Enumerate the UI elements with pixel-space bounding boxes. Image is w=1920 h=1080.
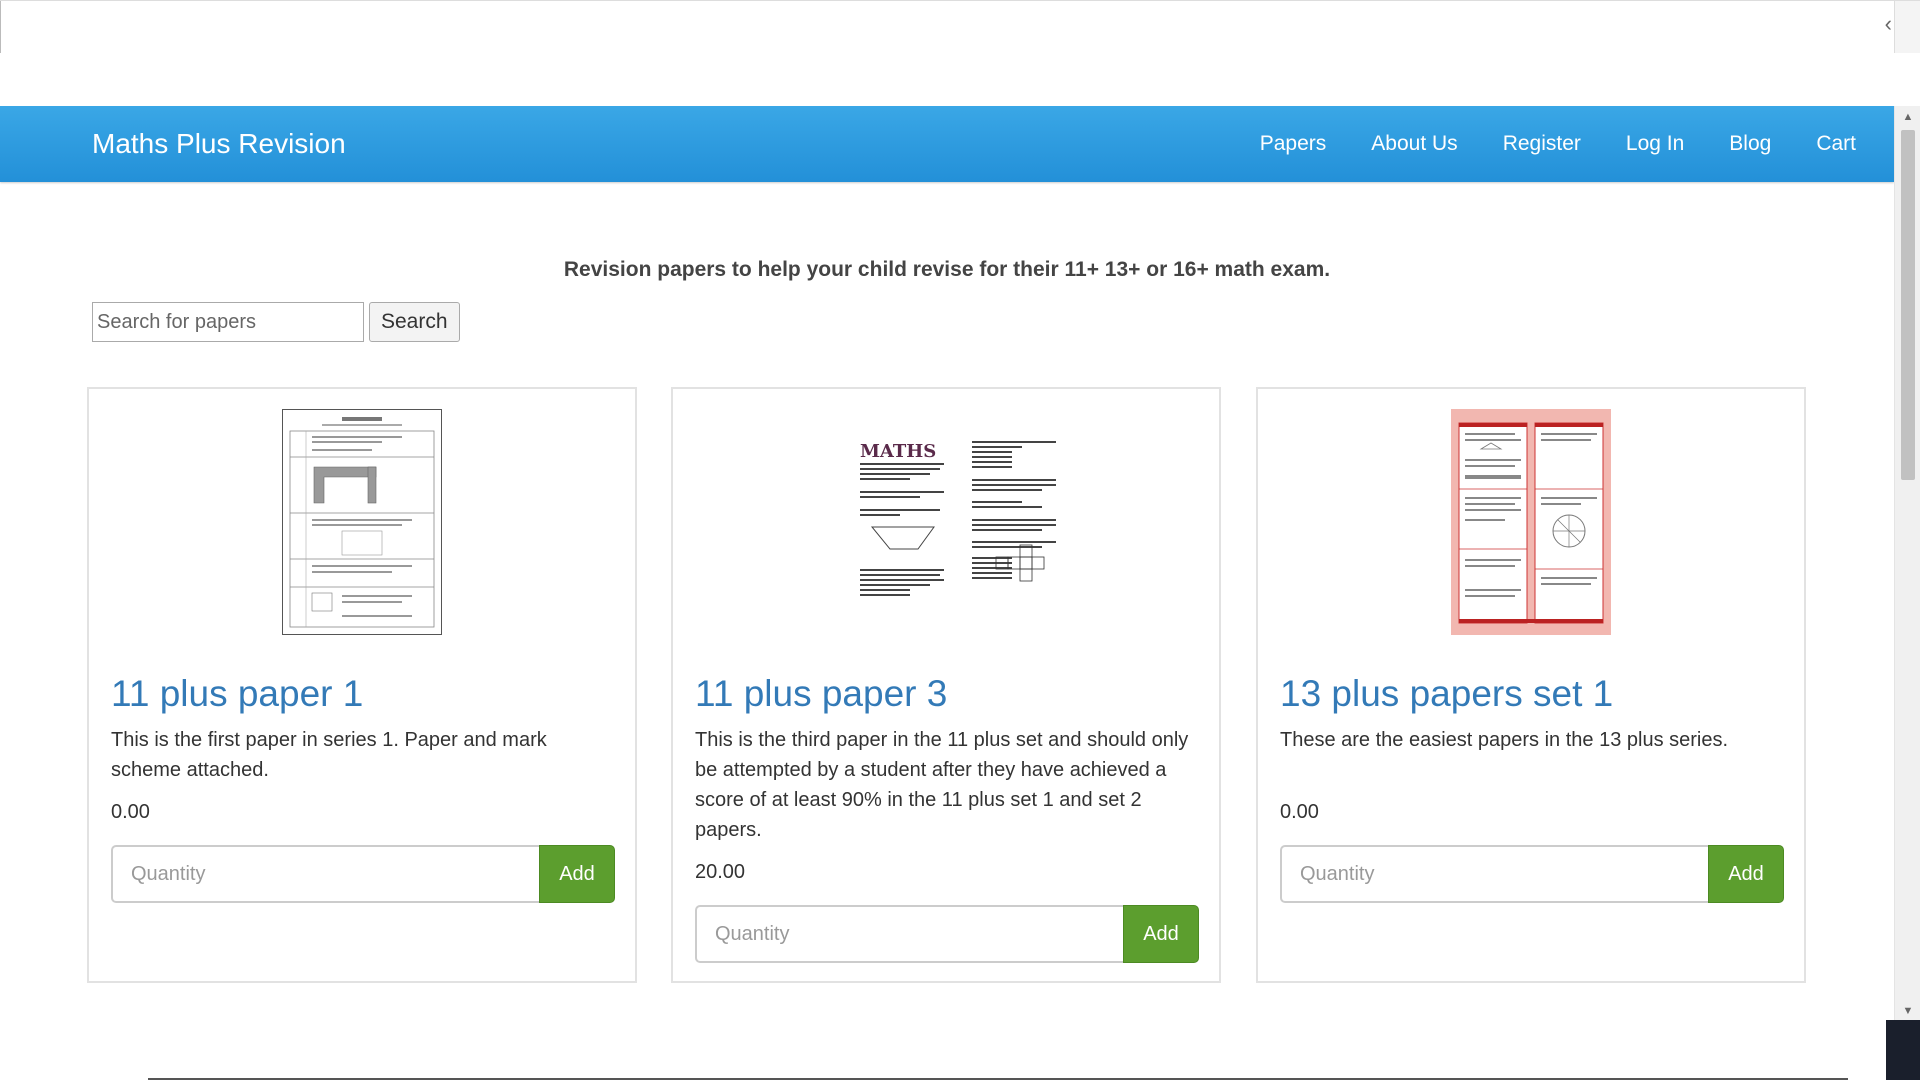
product-thumbnail-wrap xyxy=(89,409,635,635)
add-to-cart-group: Add xyxy=(695,905,1199,963)
paper-thumbnail-image[interactable] xyxy=(1451,409,1611,635)
product-price: 0.00 xyxy=(1280,801,1319,823)
scroll-down-arrow-icon[interactable]: ▼ xyxy=(1895,1002,1920,1020)
search-button[interactable]: Search xyxy=(369,302,460,342)
add-button[interactable]: Add xyxy=(539,845,615,903)
add-button[interactable]: Add xyxy=(1123,905,1199,963)
browser-side-bar xyxy=(1894,1,1920,53)
quantity-input[interactable] xyxy=(695,905,1123,963)
taskbar-corner xyxy=(1886,1020,1920,1080)
product-thumbnail-wrap: MATHS xyxy=(673,409,1219,635)
close-icon[interactable]: ‹ xyxy=(1885,11,1892,37)
product-card: 11 plus paper 1 This is the first paper … xyxy=(87,387,637,983)
product-card: 13 plus papers set 1 These are the easie… xyxy=(1256,387,1806,983)
vertical-scrollbar[interactable]: ▲ ▼ xyxy=(1894,106,1920,1020)
window-edge xyxy=(0,1,1,53)
navbar: Maths Plus Revision Papers About Us Regi… xyxy=(0,106,1894,182)
product-description: This is the third paper in the 11 plus s… xyxy=(695,729,1189,841)
add-button[interactable]: Add xyxy=(1708,845,1784,903)
brand-logo-link[interactable]: Maths Plus Revision xyxy=(92,106,346,182)
quantity-input[interactable] xyxy=(111,845,539,903)
product-title[interactable]: 11 plus paper 1 xyxy=(111,673,363,715)
browser-top-strip: ‹ xyxy=(0,0,1920,53)
nav-register[interactable]: Register xyxy=(1503,132,1581,156)
add-to-cart-group: Add xyxy=(111,845,615,903)
search-form: Search xyxy=(92,302,460,342)
product-description: This is the first paper in series 1. Pap… xyxy=(111,729,547,781)
nav-papers[interactable]: Papers xyxy=(1260,132,1327,156)
product-price: 0.00 xyxy=(111,801,150,823)
page-tagline: Revision papers to help your child revis… xyxy=(563,258,1331,281)
add-to-cart-group: Add xyxy=(1280,845,1784,903)
paper-thumbnail-image[interactable]: MATHS xyxy=(836,409,1056,635)
paper-thumbnail-image[interactable] xyxy=(282,409,442,635)
product-title[interactable]: 13 plus papers set 1 xyxy=(1280,673,1613,715)
page-viewport: Maths Plus Revision Papers About Us Regi… xyxy=(0,106,1894,1080)
nav-cart[interactable]: Cart xyxy=(1816,132,1856,156)
thumbnail-heading: MATHS xyxy=(860,441,936,462)
product-description: These are the easiest papers in the 13 p… xyxy=(1280,729,1729,751)
quantity-input[interactable] xyxy=(1280,845,1708,903)
search-input[interactable] xyxy=(92,302,364,342)
nav-blog[interactable]: Blog xyxy=(1729,132,1771,156)
product-grid: 11 plus paper 1 This is the first paper … xyxy=(87,387,1807,983)
nav-links: Papers About Us Register Log In Blog Car… xyxy=(1215,106,1856,182)
scroll-up-arrow-icon[interactable]: ▲ xyxy=(1895,108,1920,126)
product-thumbnail-wrap xyxy=(1258,409,1804,635)
scrollbar-thumb[interactable] xyxy=(1901,130,1915,480)
product-title[interactable]: 11 plus paper 3 xyxy=(695,673,947,715)
product-price: 20.00 xyxy=(695,861,746,883)
product-card: MATHS 11 plus paper 3 This is the third … xyxy=(671,387,1221,983)
nav-about-us[interactable]: About Us xyxy=(1371,132,1457,156)
nav-log-in[interactable]: Log In xyxy=(1626,132,1684,156)
